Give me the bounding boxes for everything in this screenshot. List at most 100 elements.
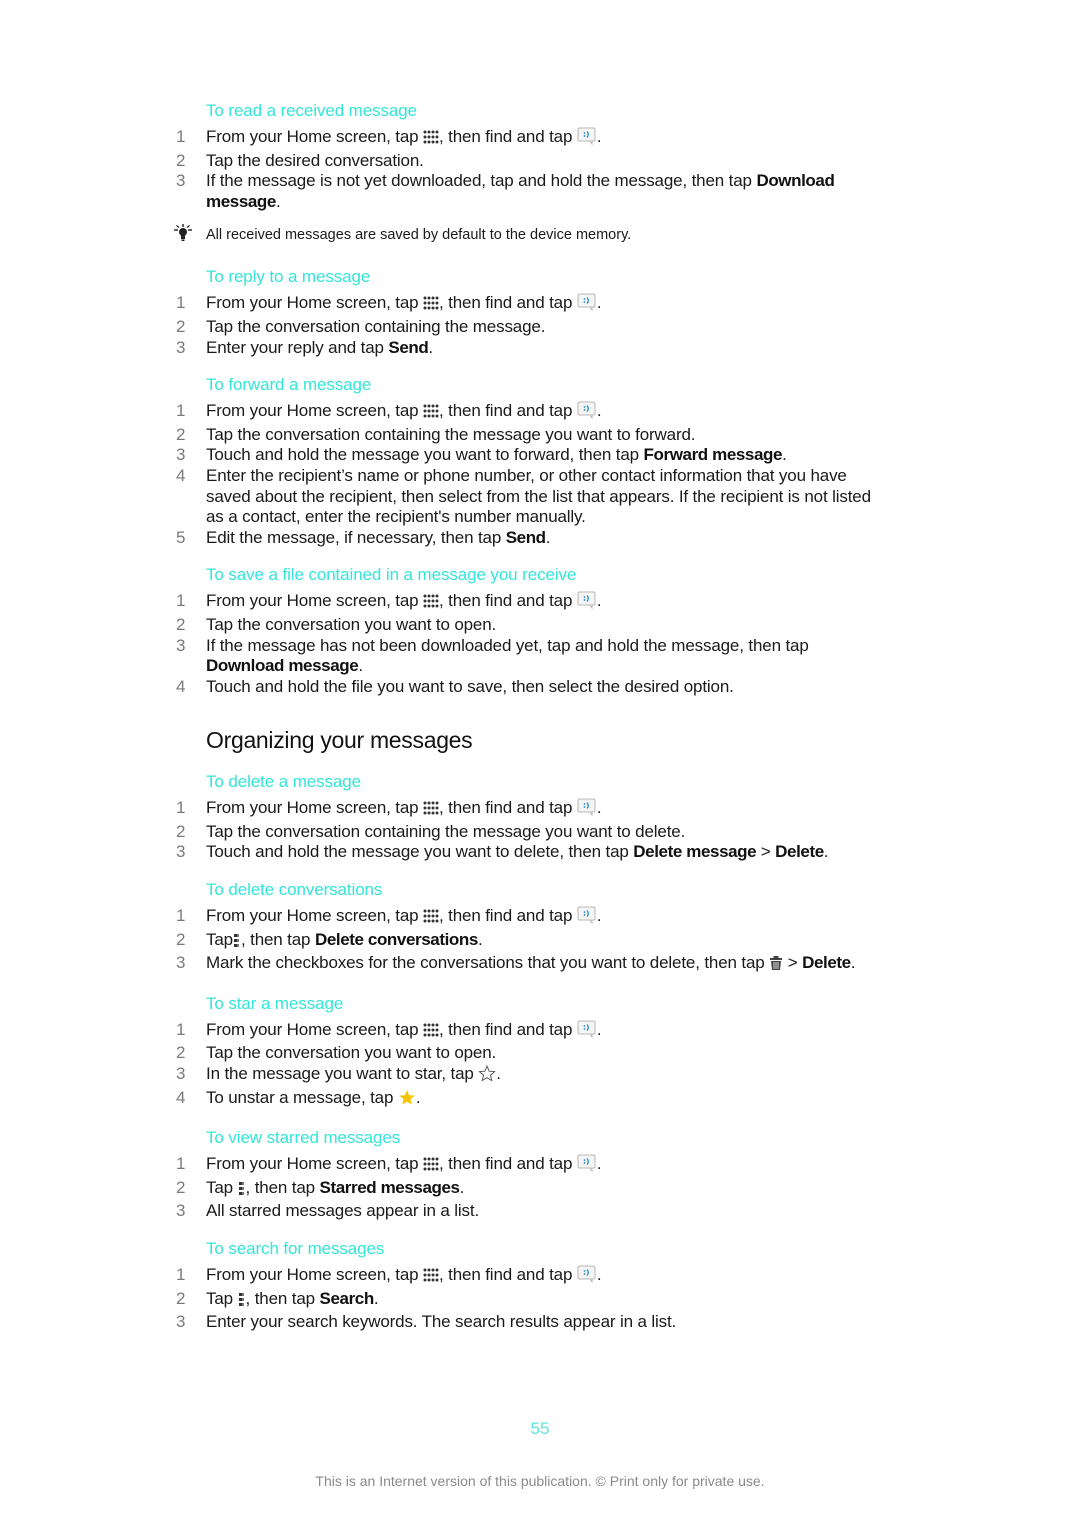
- text-run: All starred messages appear in a list.: [206, 1201, 480, 1221]
- step-number: 1: [176, 1265, 186, 1284]
- step-number: 4: [176, 676, 186, 696]
- text-run: Tap: [206, 929, 233, 949]
- step-item: 2 Tap the conversation you want to open.: [172, 615, 872, 636]
- apps-grid-icon: [423, 593, 439, 615]
- step-item: 3 Touch and hold the message you want to …: [172, 842, 872, 863]
- text-run: , then find and tap: [439, 1265, 577, 1284]
- instruction-heading: To view starred messages: [206, 1128, 401, 1148]
- step-number: 2: [176, 614, 186, 634]
- instruction-section: To forward a message 1 From your Home scre…: [172, 374, 872, 548]
- text-run: From your Home screen, tap: [206, 798, 424, 818]
- text-run: Tap the conversation containing the mess…: [206, 821, 686, 841]
- text-run: From your Home screen, tap: [206, 1154, 424, 1174]
- step-item: 4 Enter the recipient’s name or phone num…: [172, 466, 872, 528]
- text-run: .: [596, 906, 602, 926]
- step-number: 2: [176, 150, 186, 170]
- apps-grid-icon: [423, 295, 439, 317]
- step-item: 3 In the message you want to star, tap .: [172, 1064, 872, 1088]
- messaging-app-icon: [577, 1020, 597, 1044]
- text-run: .: [596, 1154, 602, 1174]
- step-item: 4 To unstar a message, tap .: [172, 1088, 872, 1112]
- instruction-heading: To delete a message: [206, 772, 361, 792]
- apps-grid-icon: [423, 1022, 439, 1044]
- messaging-app-icon: [577, 1154, 597, 1178]
- step-item: 2 Tap the desired conversation.: [172, 151, 872, 172]
- step-number: 3: [176, 1064, 186, 1084]
- text-run: To unstar a message, tap: [206, 1087, 398, 1107]
- apps-grid-icon: [423, 1156, 439, 1178]
- step-text: From your Home screen, tap , then find a…: [206, 1154, 872, 1178]
- step-text: Tap the conversation containing the mess…: [206, 425, 872, 446]
- step-number: 3: [176, 1312, 186, 1332]
- step-number: 1: [176, 1154, 186, 1174]
- step-number: 3: [176, 337, 186, 357]
- step-item: 2 Tap the conversation containing the mes…: [172, 317, 872, 338]
- ui-label: Download message: [206, 656, 359, 676]
- step-item: 2 Tap the conversation you want to open.: [172, 1043, 872, 1064]
- step-text: From your Home screen, tap , then find a…: [206, 906, 872, 930]
- text-run: , then find and tap: [439, 798, 577, 818]
- step-list: 1 From your Home screen, tap , then find …: [172, 798, 872, 863]
- text-run: , then find and tap: [439, 401, 577, 421]
- text-run: , then find and tap: [439, 591, 577, 611]
- step-number: 3: [176, 635, 186, 655]
- text-run: If the message has not been downloaded y…: [206, 635, 809, 655]
- text-run: Tap: [206, 1288, 238, 1308]
- instruction-heading: To search for messages: [206, 1239, 385, 1258]
- messaging-app-icon: [577, 1265, 597, 1289]
- text-run: , then tap: [245, 1177, 320, 1197]
- document-page: To read a received message 1 From your Hom…: [0, 0, 1080, 1527]
- ui-label: Search: [319, 1288, 375, 1308]
- step-text: Enter the recipient’s name or phone numb…: [206, 466, 872, 528]
- step-item: 1 From your Home screen, tap , then find …: [172, 1020, 872, 1044]
- ui-label: Send: [505, 527, 546, 547]
- text-run: From your Home screen, tap: [206, 401, 424, 421]
- step-text: If the message is not yet downloaded, ta…: [206, 171, 872, 212]
- text-run: , then find and tap: [439, 293, 577, 313]
- step-item: 1 From your Home screen, tap , then find …: [172, 591, 872, 615]
- step-text: Touch and hold the message you want to d…: [206, 842, 872, 863]
- step-list: 1 From your Home screen, tap , then find …: [172, 1265, 872, 1333]
- text-run: Touch and hold the message you want to d…: [206, 842, 634, 862]
- step-number: 5: [176, 527, 186, 547]
- step-text: From your Home screen, tap , then find a…: [206, 798, 872, 822]
- step-list: 1 From your Home screen, tap , then find …: [172, 906, 872, 977]
- step-text: Edit the message, if necessary, then tap…: [206, 528, 872, 549]
- step-list: 1 From your Home screen, tap , then find …: [172, 127, 872, 212]
- text-run: Touch and hold the file you want to save…: [206, 676, 734, 696]
- step-item: 1 From your Home screen, tap , then find …: [172, 1154, 872, 1178]
- instruction-section: To view starred messages 1 From your Home …: [172, 1127, 872, 1222]
- step-text: Touch and hold the file you want to save…: [206, 677, 872, 698]
- step-number: 2: [176, 821, 186, 841]
- text-run: >: [783, 953, 803, 973]
- step-item: 1 From your Home screen, tap , then find …: [172, 906, 872, 930]
- ui-label: Forward message: [643, 445, 783, 465]
- step-number: 2: [176, 929, 186, 949]
- text-run: Tap the conversation containing the mess…: [206, 424, 696, 444]
- text-run: From your Home screen, tap: [206, 127, 424, 146]
- step-number: 3: [176, 953, 186, 973]
- text-run: .: [477, 929, 483, 949]
- text-run: Edit the message, if necessary, then tap: [206, 527, 506, 547]
- step-item: 1 From your Home screen, tap , then find …: [172, 401, 872, 425]
- instruction-heading: To delete conversations: [206, 880, 383, 900]
- text-run: Enter your reply and tap: [206, 337, 389, 357]
- text-run: .: [358, 656, 363, 676]
- step-text: Enter your reply and tap Send.: [206, 338, 872, 359]
- text-run: Tap: [206, 1177, 238, 1197]
- text-run: Tap the conversation you want to open.: [206, 614, 497, 634]
- step-text: From your Home screen, tap , then find a…: [206, 591, 872, 615]
- section-title: Organizing your messages: [206, 727, 473, 754]
- instruction-section: To save a file contained in a message yo…: [172, 564, 872, 697]
- step-text: Tap the conversation containing the mess…: [206, 822, 872, 843]
- step-item: 2 Tap , then tap Search.: [172, 1289, 872, 1313]
- step-number: 1: [176, 906, 186, 926]
- text-run: Tap the conversation containing the mess…: [206, 316, 546, 336]
- tip-note: All received messages are saved by defau…: [172, 224, 872, 246]
- text-run: Touch and hold the message you want to f…: [206, 445, 644, 465]
- step-number: 4: [176, 1087, 186, 1107]
- page-content: To read a received message 1 From your Hom…: [172, 100, 872, 1349]
- step-item: 2 Tap , then tap Delete conversations.: [172, 930, 872, 954]
- overflow-menu-icon: [233, 932, 241, 954]
- text-run: .: [596, 591, 602, 611]
